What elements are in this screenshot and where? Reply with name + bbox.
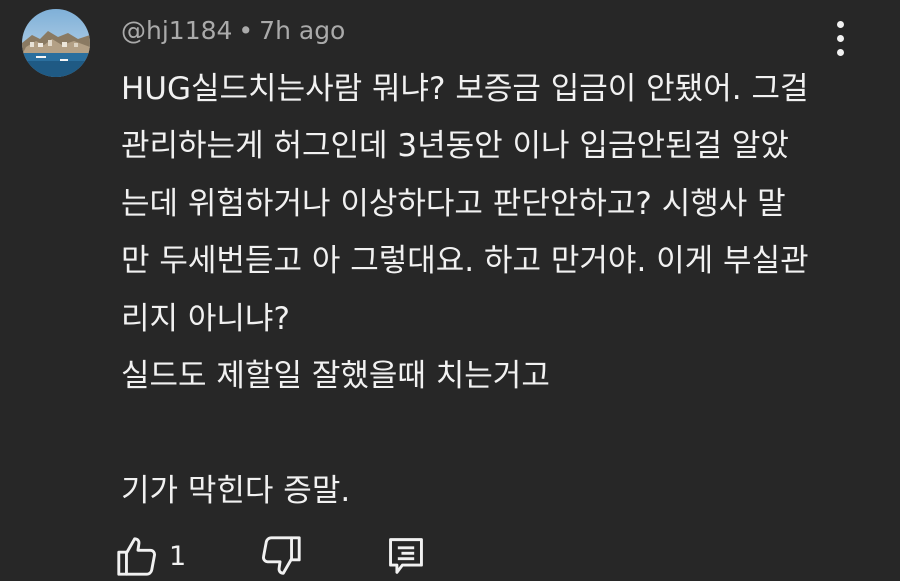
comment-timestamp[interactable]: 7h ago	[259, 16, 345, 45]
avatar-image	[22, 9, 90, 77]
author-name[interactable]: @hj1184	[121, 16, 232, 45]
thumb-up-icon	[117, 537, 156, 576]
comment-line: 실드도 제할일 잘했을때 치는거고	[121, 357, 550, 394]
more-vert-icon[interactable]	[824, 18, 858, 60]
comment-line: 리지 아니냐?	[121, 300, 290, 337]
comment-line	[121, 405, 841, 462]
dislike-button[interactable]	[258, 533, 304, 581]
reply-button[interactable]	[386, 533, 426, 581]
comment-line: 는데 위험하거나 이상하다고 판단안하고? 시행사 말	[121, 185, 786, 222]
comment-text: HUG실드치는사람 뭐냐? 보증금 입금이 안됐어. 그걸 관리하는게 허그인데…	[121, 61, 841, 520]
comment-line: HUG실드치는사람 뭐냐? 보증금 입금이 안됐어. 그걸	[121, 71, 809, 107]
comment-line: 만 두세번듣고 아 그렇대요. 하고 만거야. 이게 부실관	[121, 243, 809, 280]
comment-meta: @hj1184 • 7h ago	[121, 14, 345, 48]
like-button[interactable]: 1	[114, 533, 186, 581]
comment-line: 기가 막힌다 증말.	[121, 472, 351, 509]
avatar[interactable]	[22, 9, 90, 77]
comment-line: 관리하는게 허그인데 3년동안 이나 입금안된걸 알았	[121, 128, 789, 165]
like-count: 1	[169, 541, 187, 572]
thumb-down-icon	[262, 536, 301, 575]
meta-separator: •	[238, 16, 254, 45]
reply-icon	[389, 538, 423, 574]
